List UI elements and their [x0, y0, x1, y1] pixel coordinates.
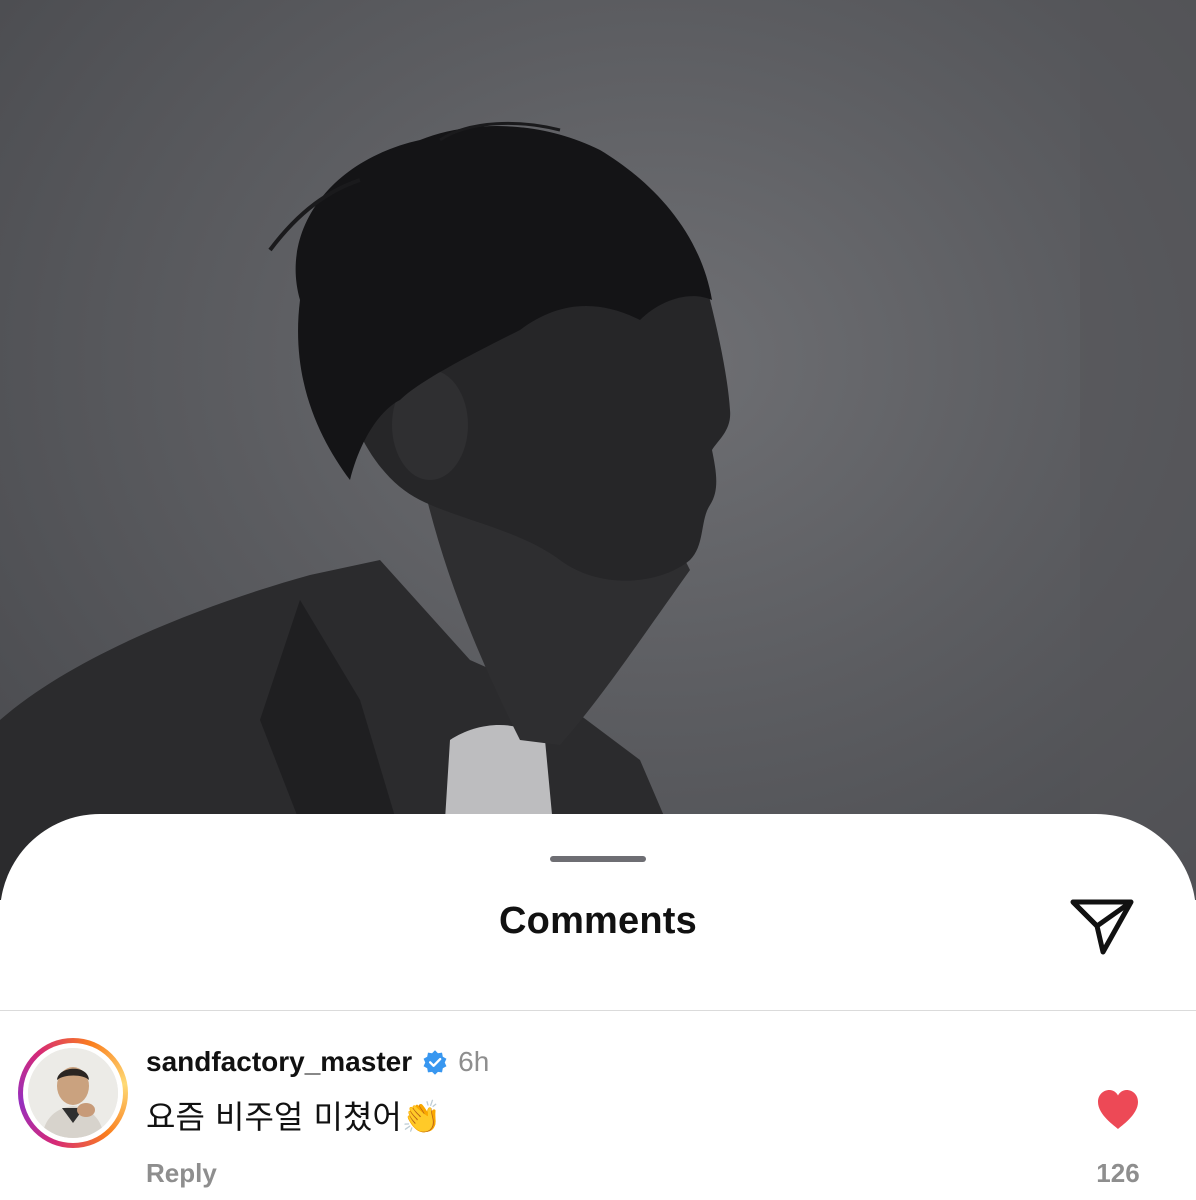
post-photo: [0, 0, 1196, 900]
comment-username[interactable]: sandfactory_master: [146, 1046, 412, 1078]
avatar[interactable]: [18, 1038, 128, 1148]
send-icon: [1070, 899, 1134, 955]
sheet-title: Comments: [499, 900, 697, 942]
app-screen: Comments sandfactory_master 6h 요즘 비주얼 미쳤…: [0, 0, 1196, 1200]
comment-header: sandfactory_master 6h: [146, 1046, 489, 1078]
avatar-person-icon: [28, 1048, 118, 1138]
comment-timestamp: 6h: [458, 1046, 490, 1077]
sheet-grabber-handle[interactable]: [550, 856, 646, 862]
header-divider: [0, 1010, 1196, 1011]
verified-badge-icon: [423, 1050, 447, 1075]
avatar-image: [28, 1048, 118, 1138]
like-count: 126: [1096, 1158, 1140, 1188]
portrait-silhouette: [0, 0, 1196, 900]
avatar-border: [23, 1043, 123, 1143]
comment-text: 요즘 비주얼 미쳤어👏: [146, 1098, 442, 1136]
comment-item: sandfactory_master 6h 요즘 비주얼 미쳤어👏 Reply …: [0, 1012, 1196, 1200]
reply-button[interactable]: Reply: [146, 1158, 217, 1189]
heart-icon[interactable]: [1094, 1086, 1142, 1134]
comments-sheet: Comments sandfactory_master 6h 요즘 비주얼 미쳤…: [0, 814, 1196, 1200]
share-button[interactable]: [1066, 890, 1138, 962]
